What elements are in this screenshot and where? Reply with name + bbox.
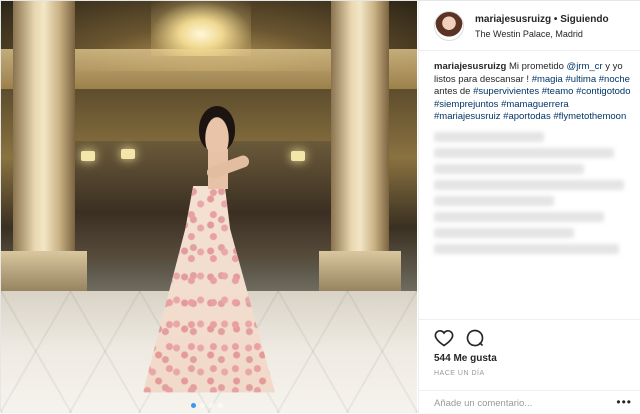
- caption-text: antes de: [434, 86, 474, 97]
- hashtag-link[interactable]: #contigotodo: [576, 86, 630, 97]
- follow-status-button[interactable]: Siguiendo: [560, 14, 608, 25]
- hashtag-link[interactable]: #magia: [532, 74, 563, 85]
- blurred-comment: [434, 131, 544, 142]
- photo-lamp: [291, 151, 305, 161]
- blurred-comment: [434, 147, 614, 158]
- photo-column-left: [13, 1, 75, 291]
- photo-column-right: [331, 1, 389, 291]
- location-link[interactable]: The Westin Palace, Madrid: [475, 29, 583, 39]
- carousel-dot[interactable]: [209, 403, 214, 408]
- post-photo[interactable]: [1, 1, 417, 413]
- blurred-comment: [434, 243, 619, 254]
- hashtag-link[interactable]: #mamaguerrera: [501, 99, 569, 110]
- avatar[interactable]: [434, 11, 464, 41]
- hashtag-link[interactable]: #supervivientes: [473, 86, 539, 97]
- photo-lamp: [121, 149, 135, 159]
- comment-box: •••: [419, 390, 640, 414]
- carousel-dot[interactable]: [218, 403, 223, 408]
- blurred-comment: [434, 179, 624, 190]
- blurred-comment: [434, 195, 554, 206]
- blurred-comment: [434, 163, 584, 174]
- hashtag-link[interactable]: #mariajesusruiz: [434, 111, 501, 122]
- header-separator: •: [551, 14, 561, 25]
- post-header: mariajesusruizg • Siguiendo The Westin P…: [419, 1, 640, 51]
- photo-woman-head: [199, 106, 235, 152]
- post-actions: 544 Me gusta HACE UN DÍA •••: [419, 319, 640, 413]
- post-side-panel: mariajesusruizg • Siguiendo The Westin P…: [418, 1, 640, 413]
- blurred-comment: [434, 211, 604, 222]
- mention-link[interactable]: @jrm_cr: [567, 61, 603, 72]
- caption-username[interactable]: mariajesusruizg: [434, 61, 506, 72]
- caption: mariajesusruizg Mi prometido @jrm_cr y y…: [434, 61, 634, 124]
- heart-icon[interactable]: [434, 328, 454, 348]
- username-link[interactable]: mariajesusruizg: [475, 14, 551, 25]
- post-dialog: mariajesusruizg • Siguiendo The Westin P…: [0, 0, 640, 413]
- likes-count[interactable]: 544 Me gusta: [434, 353, 497, 364]
- more-options-icon[interactable]: •••: [616, 395, 632, 409]
- comments-section: mariajesusruizg Mi prometido @jrm_cr y y…: [434, 61, 634, 260]
- comment-icon[interactable]: [465, 328, 485, 348]
- caption-text: Mi prometido: [508, 61, 567, 72]
- blurred-comment: [434, 227, 574, 238]
- hashtag-link[interactable]: #teamo: [542, 86, 574, 97]
- hashtag-link[interactable]: #ultima: [566, 74, 597, 85]
- hashtag-link[interactable]: #siemprejuntos: [434, 99, 498, 110]
- carousel-dot[interactable]: [191, 403, 196, 408]
- comment-input[interactable]: [434, 396, 604, 410]
- hashtag-link[interactable]: #aportodas: [503, 111, 551, 122]
- photo-chandelier: [151, 1, 251, 56]
- carousel-dot[interactable]: [200, 403, 205, 408]
- header-username-line: mariajesusruizg • Siguiendo: [475, 14, 609, 25]
- post-timestamp: HACE UN DÍA: [434, 370, 485, 377]
- hashtag-link[interactable]: #noche: [599, 74, 630, 85]
- hashtag-link[interactable]: #flymetothemoon: [553, 111, 626, 122]
- photo-lamp: [81, 151, 95, 161]
- carousel-dots: [191, 403, 223, 408]
